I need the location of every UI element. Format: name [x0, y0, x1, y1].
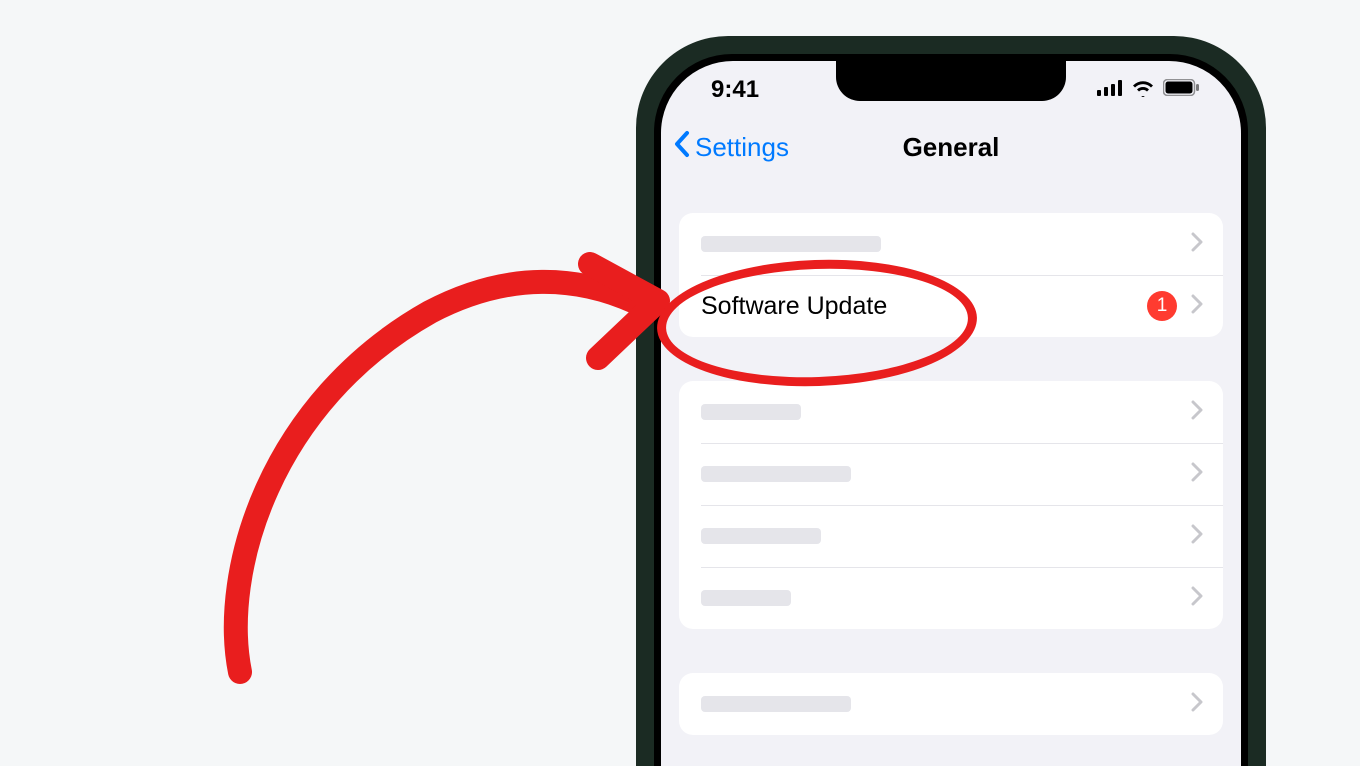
- notification-badge: 1: [1147, 291, 1177, 321]
- chevron-right-icon: [1191, 400, 1203, 425]
- settings-row[interactable]: [679, 505, 1223, 567]
- chevron-right-icon: [1191, 462, 1203, 487]
- phone-mockup: 9:41: [636, 36, 1266, 766]
- software-update-label: Software Update: [701, 292, 1147, 321]
- chevron-right-icon: [1191, 524, 1203, 549]
- settings-group-1: Software Update 1: [679, 213, 1223, 337]
- back-label: Settings: [695, 132, 789, 163]
- status-time: 9:41: [711, 76, 759, 104]
- settings-row[interactable]: [679, 381, 1223, 443]
- chevron-right-icon: [1191, 586, 1203, 611]
- settings-group-2: [679, 381, 1223, 629]
- row-placeholder: [701, 696, 851, 712]
- chevron-left-icon: [673, 130, 691, 165]
- nav-title: General: [903, 132, 1000, 163]
- settings-row[interactable]: [679, 443, 1223, 505]
- chevron-right-icon: [1191, 692, 1203, 717]
- row-placeholder: [701, 466, 851, 482]
- chevron-right-icon: [1191, 294, 1203, 319]
- phone-notch: [836, 61, 1066, 101]
- software-update-row[interactable]: Software Update 1: [679, 275, 1223, 337]
- settings-row[interactable]: [679, 673, 1223, 735]
- row-placeholder: [701, 528, 821, 544]
- row-placeholder: [701, 590, 791, 606]
- cellular-icon: [1097, 80, 1123, 101]
- row-placeholder: [701, 404, 801, 420]
- row-placeholder: [701, 236, 881, 252]
- annotation-arrow: [180, 252, 680, 732]
- settings-row[interactable]: [679, 567, 1223, 629]
- back-button[interactable]: Settings: [673, 119, 789, 175]
- about-row[interactable]: [679, 213, 1223, 275]
- chevron-right-icon: [1191, 232, 1203, 257]
- battery-icon: [1163, 79, 1199, 101]
- wifi-icon: [1131, 79, 1155, 102]
- settings-group-3: [679, 673, 1223, 735]
- nav-header: Settings General: [661, 119, 1241, 175]
- phone-screen: 9:41: [661, 61, 1241, 766]
